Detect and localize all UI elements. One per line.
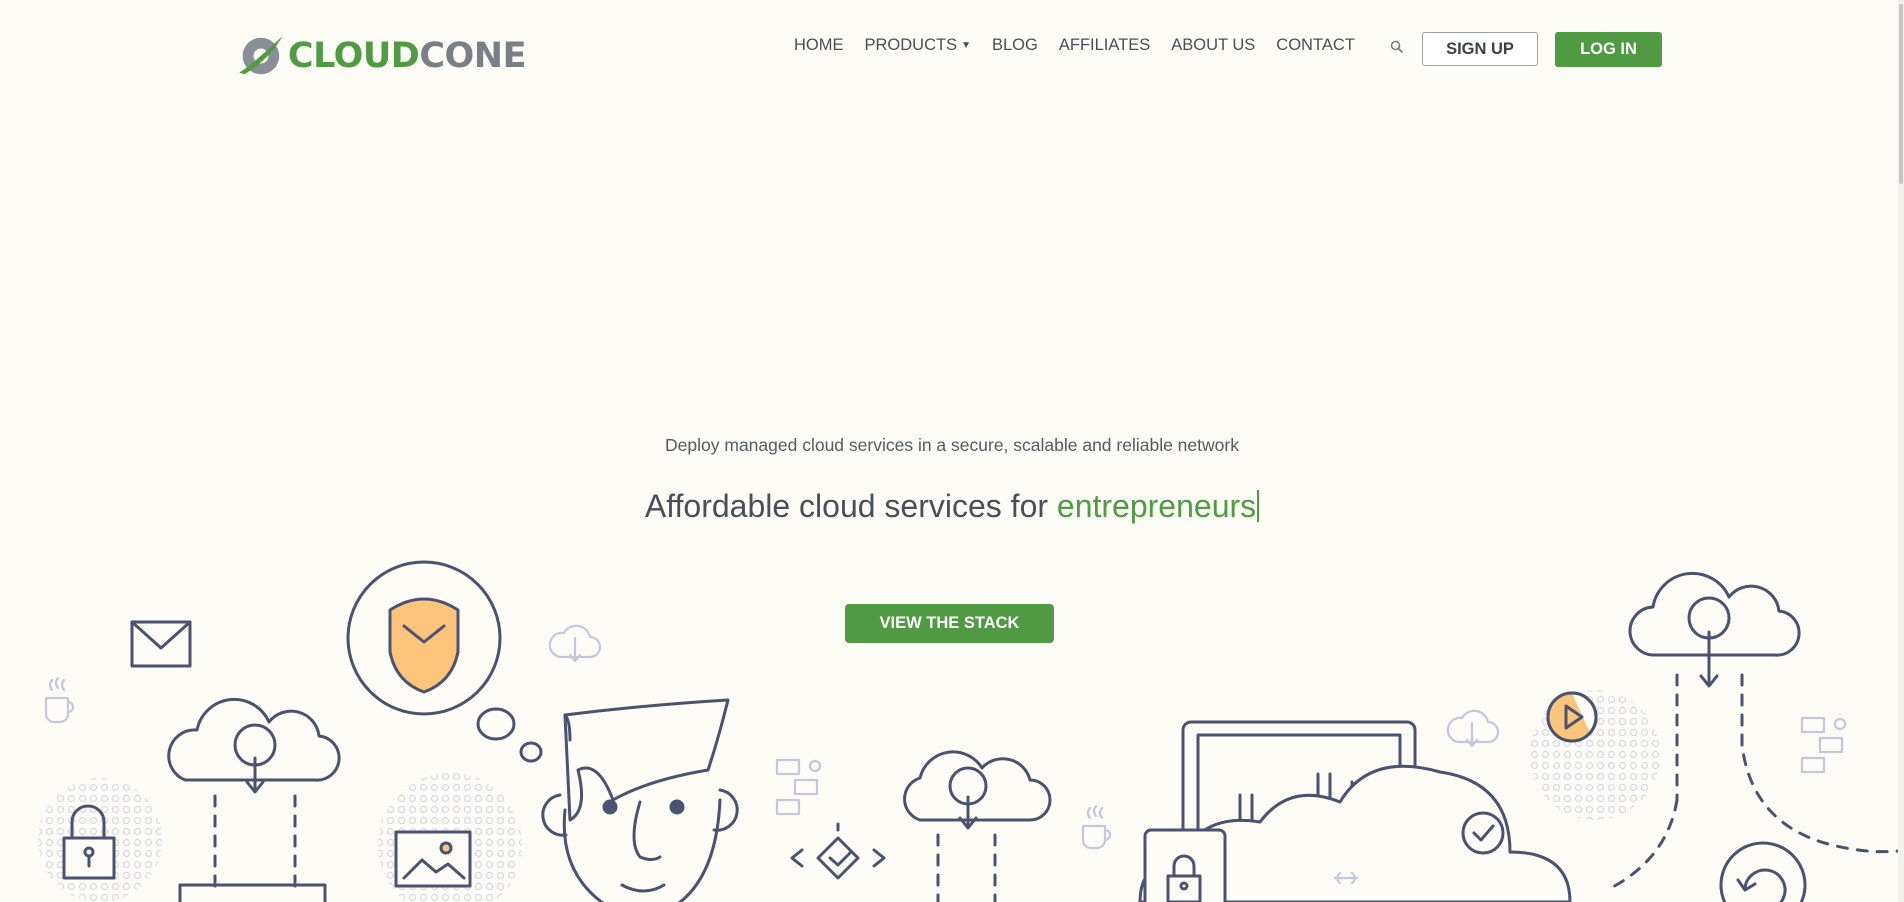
hero-illustration (38, 560, 1904, 902)
shield-thought-bubble (346, 560, 543, 763)
phone-lock-icon (1143, 828, 1227, 902)
logo-part-cone: CONE (419, 36, 526, 76)
workflow-icon (775, 758, 822, 816)
cloudcone-logo[interactable]: CLOUDCONE (236, 26, 526, 86)
coffee-cup-icon (44, 676, 75, 724)
nav-home-label: HOME (794, 36, 844, 54)
hero-tagline: Deploy managed cloud services in a secur… (665, 435, 1239, 455)
site-header: CLOUDCONE HOME PRODUCTS ▼ BLOG AFFILIATES… (0, 0, 1904, 100)
envelope-icon (130, 620, 192, 668)
nav-affiliates[interactable]: AFFILIATES (1059, 36, 1150, 55)
page-scrollbar[interactable] (1898, 0, 1904, 902)
nav-contact-label: CONTACT (1276, 36, 1355, 54)
logo-wordmark: CLOUDCONE (287, 36, 527, 76)
scrollbar-thumb[interactable] (1899, 4, 1903, 184)
nav-blog[interactable]: BLOG (992, 36, 1038, 55)
refresh-icon (1719, 841, 1807, 902)
headline-accent-word: entrepreneurs (1056, 488, 1257, 524)
image-frame-icon (394, 830, 472, 888)
sign-up-button[interactable]: SIGN UP (1422, 32, 1538, 66)
logo-part-cloud: CLOUD (287, 36, 420, 76)
headline-prefix: Affordable cloud services for (644, 488, 1057, 524)
diamond-check-icon (790, 822, 886, 880)
main-nav: HOME PRODUCTS ▼ BLOG AFFILIATES ABOUT US … (794, 36, 1376, 55)
typing-cursor (1257, 490, 1260, 522)
view-the-stack-button[interactable]: VIEW THE STACK (845, 604, 1054, 643)
log-in-button[interactable]: LOG IN (1555, 32, 1662, 67)
workflow-icon (1800, 716, 1847, 774)
cloud-download-icon (548, 624, 602, 663)
play-icon (1546, 691, 1598, 743)
hero-headline: Affordable cloud services for entreprene… (0, 488, 1904, 525)
logo-mark-icon (239, 36, 283, 75)
cloud-upload-icon (903, 750, 1052, 902)
nav-blog-label: BLOG (992, 36, 1038, 54)
coffee-cup-icon (1081, 804, 1112, 850)
nav-products[interactable]: PRODUCTS ▼ (865, 36, 972, 55)
nav-about-us-label: ABOUT US (1171, 36, 1256, 54)
nav-home[interactable]: HOME (794, 36, 844, 55)
cloud-upload-icon (167, 697, 341, 902)
search-icon[interactable] (1390, 40, 1404, 54)
cloud-download-icon (1446, 709, 1500, 748)
nav-products-label: PRODUCTS (864, 36, 958, 54)
nav-about-us[interactable]: ABOUT US (1171, 36, 1255, 55)
chevron-down-icon: ▼ (961, 40, 971, 51)
person-face-illustration (541, 698, 739, 902)
nav-contact[interactable]: CONTACT (1276, 36, 1355, 55)
nav-affiliates-label: AFFILIATES (1058, 36, 1151, 54)
